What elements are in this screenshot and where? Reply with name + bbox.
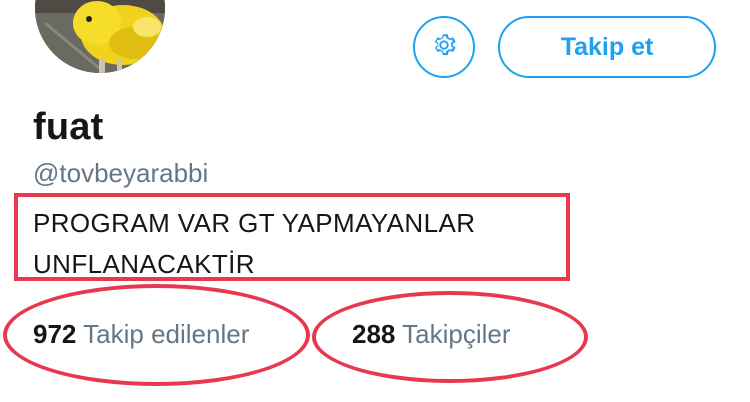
followers-stat[interactable]: 288 Takipçiler — [352, 319, 511, 350]
following-label: Takip edilenler — [83, 319, 250, 349]
avatar-bird-image — [35, 0, 165, 73]
avatar[interactable] — [32, 0, 168, 76]
bio-line: PROGRAM VAR GT YAPMAYANLAR — [33, 208, 476, 238]
following-count: 972 — [33, 319, 77, 349]
user-handle: @tovbeyarabbi — [33, 158, 209, 188]
display-name: fuat — [33, 106, 104, 148]
following-stat[interactable]: 972 Takip edilenler — [33, 319, 249, 350]
settings-button[interactable] — [413, 16, 475, 78]
followers-label: Takipçiler — [402, 319, 511, 349]
gear-icon — [428, 29, 460, 66]
bio-line: UNFLANACAKTİR — [33, 249, 255, 279]
follow-button[interactable]: Takip et — [498, 16, 716, 78]
followers-count: 288 — [352, 319, 396, 349]
